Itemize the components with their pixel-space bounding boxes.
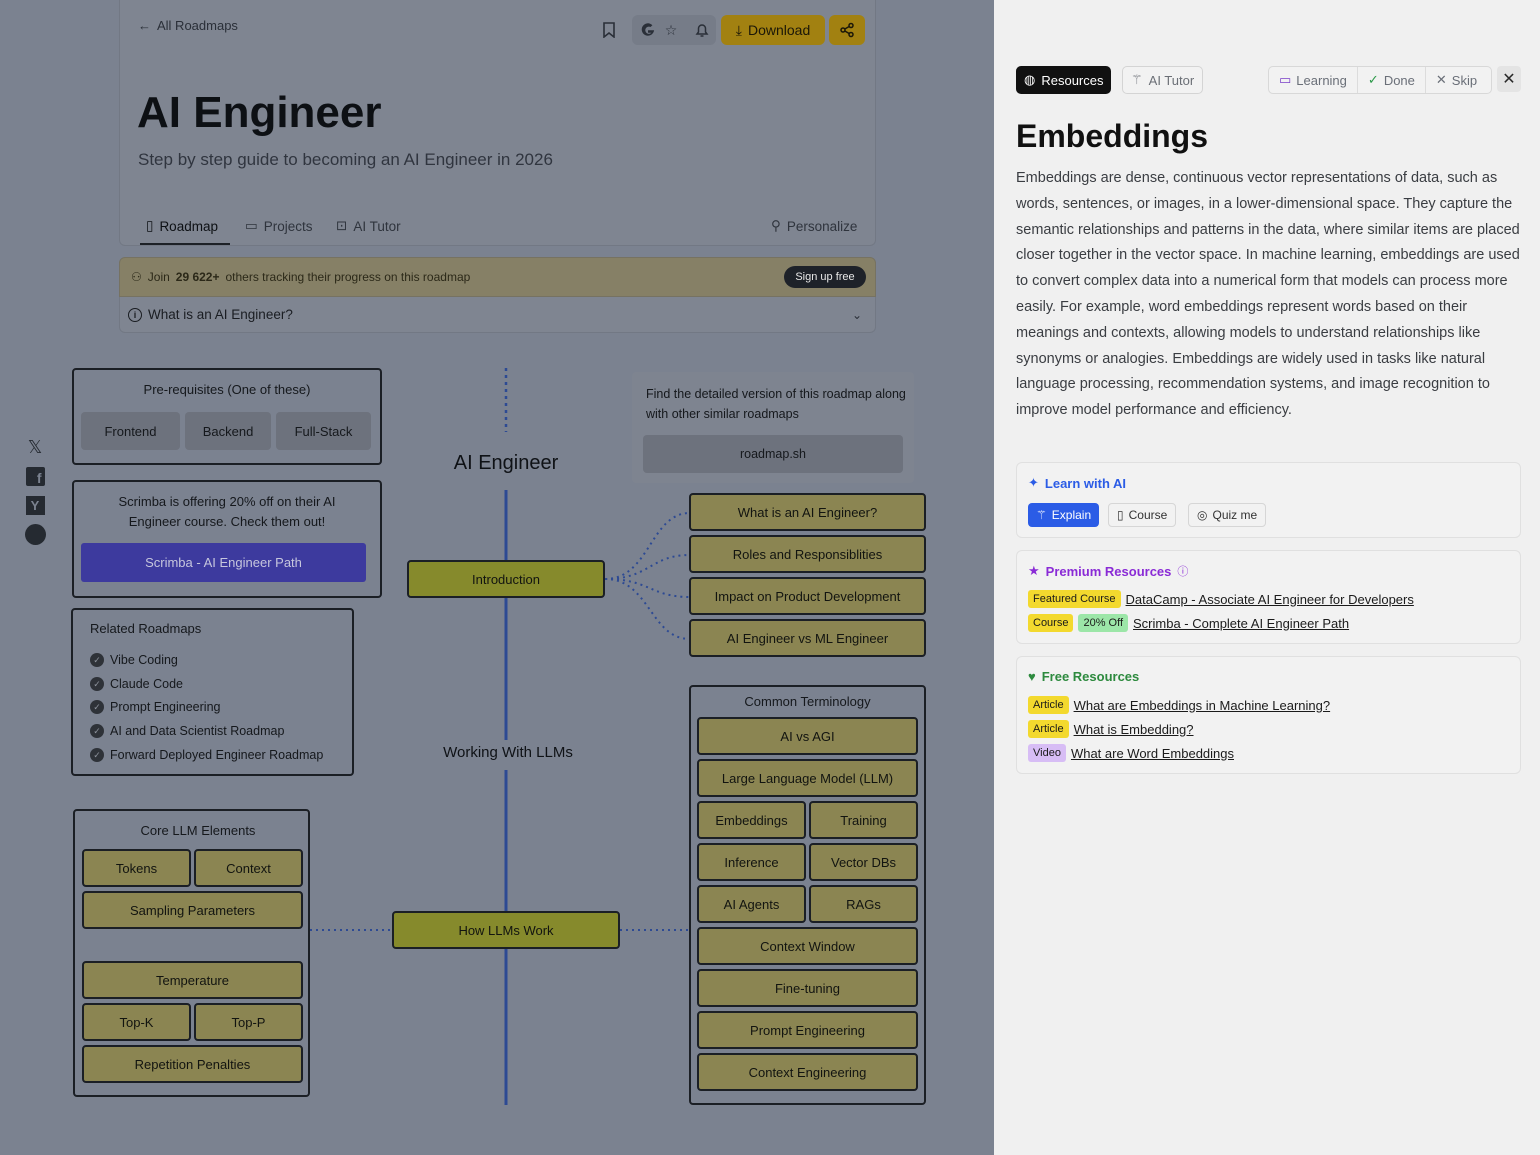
learn-with-ai-heading: ✦ Learn with AI: [1028, 475, 1127, 491]
node-rags[interactable]: RAGs: [809, 885, 918, 923]
detail-text: Find the detailed version of this roadma…: [646, 387, 906, 421]
star-icon: ★: [1028, 563, 1040, 578]
badge-featured-course: Featured Course: [1028, 590, 1121, 608]
node-ai-vs-ml[interactable]: AI Engineer vs ML Engineer: [689, 619, 926, 657]
topic-title: Embeddings: [1016, 118, 1209, 154]
node-fine-tuning[interactable]: Fine-tuning: [697, 969, 918, 1007]
badge-discount: 20% Off: [1078, 614, 1129, 632]
wand-icon: ⚚: [1131, 72, 1143, 87]
premium-resource-item[interactable]: Featured Course DataCamp - Associate AI …: [1028, 590, 1414, 608]
free-resource-item[interactable]: Article What is Embedding?: [1028, 720, 1194, 738]
node-repetition-penalties[interactable]: Repetition Penalties: [82, 1045, 303, 1083]
book-icon: ▯: [1117, 508, 1124, 522]
resource-link[interactable]: What are Word Embeddings: [1071, 746, 1234, 761]
free-resource-item[interactable]: Video What are Word Embeddings: [1028, 744, 1234, 762]
resource-link[interactable]: What are Embeddings in Machine Learning?: [1074, 698, 1331, 713]
resource-link[interactable]: Scrimba - Complete AI Engineer Path: [1133, 616, 1349, 631]
node-tokens[interactable]: Tokens: [82, 849, 191, 887]
ai-tutor-tab[interactable]: ⚚ AI Tutor: [1122, 66, 1204, 94]
explain-button[interactable]: ⚚ Explain: [1028, 503, 1100, 527]
node-temperature[interactable]: Temperature: [82, 961, 303, 999]
resource-link[interactable]: What is Embedding?: [1074, 722, 1194, 737]
progress-status-group: ▭ Learning ✓ Done ✕ Skip: [1268, 66, 1492, 94]
topic-description: Embeddings are dense, continuous vector …: [1016, 170, 1520, 419]
free-heading: ♥ Free Resources: [1028, 669, 1140, 684]
node-training[interactable]: Training: [809, 801, 918, 839]
done-button[interactable]: ✓ Done: [1358, 67, 1426, 93]
node-vector-dbs[interactable]: Vector DBs: [809, 843, 918, 881]
topic-introduction[interactable]: Introduction: [407, 560, 605, 598]
wand-icon: ⚚: [1036, 508, 1047, 522]
info-icon: ⓘ: [1177, 566, 1189, 578]
node-context[interactable]: Context: [194, 849, 303, 887]
heart-icon: ♥: [1028, 669, 1036, 684]
badge-article: Article: [1028, 720, 1069, 738]
book-open-icon: ▭: [1279, 72, 1292, 87]
course-button[interactable]: ▯ Course: [1108, 503, 1177, 527]
premium-resource-item[interactable]: Course 20% Off Scrimba - Complete AI Eng…: [1028, 614, 1349, 632]
node-embeddings[interactable]: Embeddings: [697, 801, 806, 839]
roadmap-sh-button[interactable]: roadmap.sh: [643, 435, 903, 473]
node-sampling-parameters[interactable]: Sampling Parameters: [82, 891, 303, 929]
node-top-k[interactable]: Top-K: [82, 1003, 191, 1041]
sparkles-icon: ✦: [1028, 475, 1039, 490]
node-roles[interactable]: Roles and Responsiblities: [689, 535, 926, 573]
roadmap-title: AI Engineer: [453, 452, 559, 474]
premium-heading: ★ Premium Resources ⓘ: [1028, 563, 1189, 579]
x-icon: ✕: [1435, 72, 1447, 87]
learning-button[interactable]: ▭ Learning: [1269, 67, 1358, 93]
node-llm[interactable]: Large Language Model (LLM): [697, 759, 918, 797]
node-prompt-engineering[interactable]: Prompt Engineering: [697, 1011, 918, 1049]
brain-icon: ◎: [1197, 508, 1208, 522]
section-working-with-llms: Working With LLMs: [443, 744, 573, 761]
node-context-engineering[interactable]: Context Engineering: [697, 1053, 918, 1091]
node-what-is-ai-engineer[interactable]: What is an AI Engineer?: [689, 493, 926, 531]
badge-video: Video: [1028, 744, 1066, 762]
skip-button[interactable]: ✕ Skip: [1426, 67, 1487, 93]
terminology-title: Common Terminology: [744, 694, 871, 709]
badge-course: Course: [1028, 614, 1074, 632]
resources-tab[interactable]: ◍ Resources: [1016, 66, 1112, 94]
roadmap-area: ← All Roadmaps ☆ ⤓ Download AI Engineer …: [0, 0, 994, 1155]
free-resource-item[interactable]: Article What are Embeddings in Machine L…: [1028, 696, 1330, 714]
node-ai-agents[interactable]: AI Agents: [697, 885, 806, 923]
close-icon[interactable]: ✕: [1497, 66, 1521, 92]
quiz-button[interactable]: ◎ Quiz me: [1188, 503, 1267, 527]
core-llm-title: Core LLM Elements: [140, 823, 256, 838]
badge-article: Article: [1028, 696, 1069, 714]
node-top-p[interactable]: Top-P: [194, 1003, 303, 1041]
node-ai-vs-agi[interactable]: AI vs AGI: [697, 717, 918, 755]
node-context-window[interactable]: Context Window: [697, 927, 918, 965]
resource-link[interactable]: DataCamp - Associate AI Engineer for Dev…: [1126, 592, 1414, 607]
check-icon: ✓: [1367, 72, 1379, 87]
globe-icon: ◍: [1024, 72, 1036, 87]
node-inference[interactable]: Inference: [697, 843, 806, 881]
node-impact[interactable]: Impact on Product Development: [689, 577, 926, 615]
topic-how-llms-work[interactable]: How LLMs Work: [392, 911, 620, 949]
